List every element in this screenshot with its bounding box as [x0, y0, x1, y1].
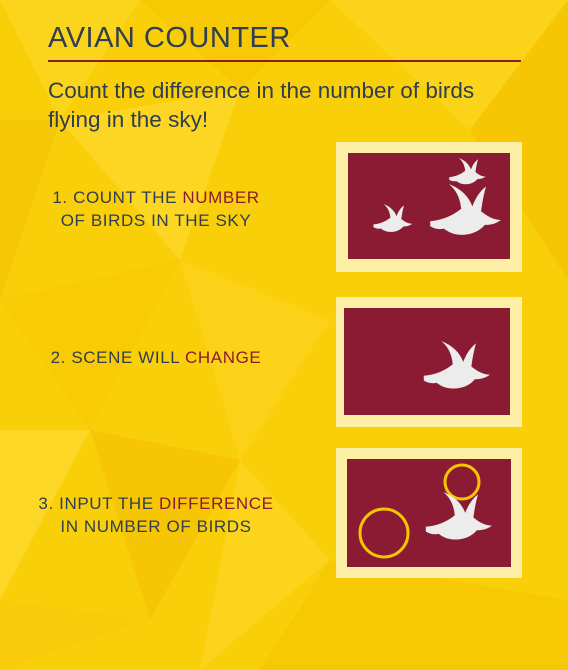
step-3-number: 3.	[38, 494, 54, 513]
step-2-scene-panel	[336, 297, 522, 427]
step-2-highlight: CHANGE	[185, 348, 262, 367]
step-2-instruction: 2. SCENE WILL CHANGE	[16, 346, 296, 369]
page-title: AVIAN COUNTER	[48, 22, 291, 54]
step-1-text: COUNT THE	[73, 188, 178, 207]
step-1-number: 1.	[52, 188, 68, 207]
step-1-sky	[348, 153, 510, 259]
step-2-scene	[344, 308, 510, 415]
step-3-scene-panel	[336, 448, 522, 578]
title-divider	[48, 60, 521, 62]
step-3-text: INPUT THE	[59, 494, 154, 513]
step-1-highlight: NUMBER	[182, 188, 260, 207]
step-3-text-line2: IN NUMBER OF BIRDS	[60, 517, 252, 536]
step-1-scene	[348, 153, 510, 259]
page-subtitle: Count the difference in the number of bi…	[48, 78, 475, 132]
step-2-sky	[344, 308, 510, 415]
step-3-highlight: DIFFERENCE	[158, 494, 274, 513]
step-1-text-line2: OF BIRDS IN THE SKY	[60, 211, 252, 230]
step-1-scene-panel	[336, 142, 522, 272]
step-2-number: 2.	[50, 348, 67, 367]
step-1-instruction: 1. COUNT THE NUMBER OF BIRDS IN THE SKY	[16, 186, 296, 232]
step-3-scene	[347, 459, 511, 567]
step-3-instruction: 3. INPUT THE DIFFERENCE IN NUMBER OF BIR…	[16, 492, 296, 538]
step-2-text: SCENE WILL	[71, 348, 180, 367]
